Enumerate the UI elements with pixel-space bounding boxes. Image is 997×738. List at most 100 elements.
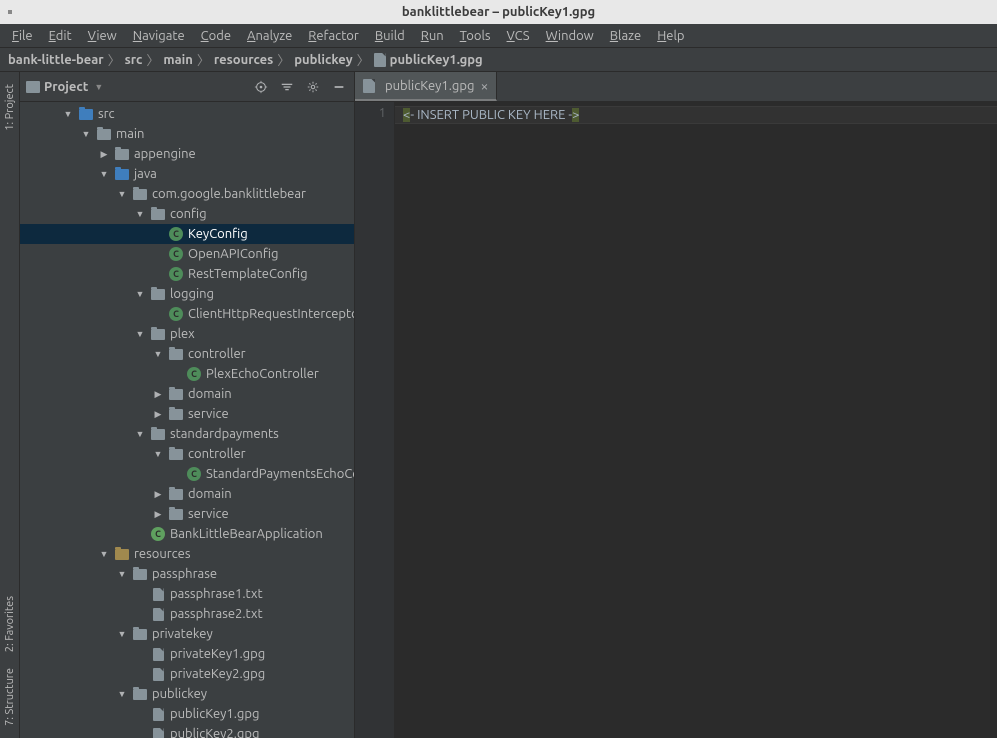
tree-item-label: StandardPaymentsEchoController xyxy=(206,467,354,481)
expand-arrow-icon[interactable]: ▼ xyxy=(152,448,164,460)
breadcrumb-item[interactable]: main xyxy=(163,53,192,67)
tree-item[interactable]: ▶service xyxy=(20,504,354,524)
resources-folder-icon xyxy=(114,546,130,562)
expand-arrow-icon[interactable]: ▼ xyxy=(98,168,110,180)
tree-item[interactable]: ▼ publickey xyxy=(20,684,354,704)
tree-item[interactable]: ▼src xyxy=(20,104,354,124)
breadcrumb-item[interactable]: bank-little-bear xyxy=(8,53,104,67)
tree-item[interactable]: ▼plex xyxy=(20,324,354,344)
breadcrumb-separator: 〉 xyxy=(277,50,290,69)
editor-body[interactable]: 1 <- INSERT PUBLIC KEY HERE -> xyxy=(355,102,997,738)
collapse-all-button[interactable] xyxy=(278,78,296,96)
tree-arrow-spacer xyxy=(152,228,164,240)
tree-arrow-spacer xyxy=(134,528,146,540)
tree-item[interactable]: privateKey1.gpg xyxy=(20,644,354,664)
expand-arrow-icon[interactable]: ▼ xyxy=(116,688,128,700)
expand-arrow-icon[interactable]: ▶ xyxy=(152,508,164,520)
tree-item[interactable]: CRestTemplateConfig xyxy=(20,264,354,284)
tree-item[interactable]: ▶domain xyxy=(20,384,354,404)
menu-window[interactable]: Window xyxy=(538,27,602,45)
menu-build[interactable]: Build xyxy=(367,27,413,45)
tree-item[interactable]: ▼resources xyxy=(20,544,354,564)
tree-item[interactable]: CKeyConfig xyxy=(20,224,354,244)
expand-arrow-icon[interactable]: ▼ xyxy=(152,348,164,360)
expand-arrow-icon[interactable]: ▼ xyxy=(134,328,146,340)
menu-code[interactable]: Code xyxy=(193,27,239,45)
project-tree[interactable]: ▼src▼main▶appengine▼java▼com.google.bank… xyxy=(20,102,354,738)
tree-item[interactable]: COpenAPIConfig xyxy=(20,244,354,264)
tree-item[interactable]: privateKey2.gpg xyxy=(20,664,354,684)
menu-analyze[interactable]: Analyze xyxy=(239,27,300,45)
project-panel-title-dropdown[interactable]: Project ▼ xyxy=(26,80,252,94)
expand-arrow-icon[interactable]: ▶ xyxy=(98,148,110,160)
expand-arrow-icon[interactable]: ▶ xyxy=(152,408,164,420)
tree-item[interactable]: ▼com.google.banklittlebear xyxy=(20,184,354,204)
expand-arrow-icon[interactable]: ▼ xyxy=(134,288,146,300)
folder-icon xyxy=(132,686,148,702)
menu-navigate[interactable]: Navigate xyxy=(125,27,193,45)
expand-arrow-icon[interactable]: ▼ xyxy=(80,128,92,140)
tree-item-label: publickey xyxy=(152,687,207,701)
folder-icon xyxy=(168,446,184,462)
tool-tab-favorites[interactable]: 2: Favorites xyxy=(2,588,18,660)
tree-item[interactable]: ▼main xyxy=(20,124,354,144)
folder-icon xyxy=(168,486,184,502)
menu-help[interactable]: Help xyxy=(649,27,692,45)
expand-arrow-icon[interactable]: ▼ xyxy=(98,548,110,560)
tree-item[interactable]: ▼privatekey xyxy=(20,624,354,644)
tree-item[interactable]: ▼passphrase xyxy=(20,564,354,584)
tree-item[interactable]: ▼logging xyxy=(20,284,354,304)
expand-arrow-icon[interactable]: ▼ xyxy=(116,568,128,580)
menu-blaze[interactable]: Blaze xyxy=(602,27,649,45)
tree-item[interactable]: ▶service xyxy=(20,404,354,424)
settings-button[interactable] xyxy=(304,78,322,96)
expand-arrow-icon[interactable]: ▶ xyxy=(152,488,164,500)
close-tab-button[interactable]: × xyxy=(480,78,488,94)
tree-item[interactable]: ▼standardpayments xyxy=(20,424,354,444)
expand-arrow-icon[interactable]: ▼ xyxy=(116,628,128,640)
tree-item[interactable]: ▼config xyxy=(20,204,354,224)
hide-panel-button[interactable] xyxy=(330,78,348,96)
menu-edit[interactable]: Edit xyxy=(41,27,80,45)
breadcrumb-separator: 〉 xyxy=(357,50,370,69)
tool-tab-structure[interactable]: 7: Structure xyxy=(2,660,18,734)
expand-arrow-icon[interactable]: ▶ xyxy=(152,388,164,400)
breadcrumb-item[interactable]: resources xyxy=(214,53,273,67)
tree-item[interactable]: ▼java xyxy=(20,164,354,184)
menu-file[interactable]: File xyxy=(4,27,41,45)
tool-tab-project[interactable]: 1: Project xyxy=(2,76,18,139)
tree-item-label: domain xyxy=(188,487,232,501)
expand-arrow-icon[interactable]: ▼ xyxy=(134,428,146,440)
tree-item[interactable]: ▼controller xyxy=(20,344,354,364)
editor-tab-publickey1[interactable]: publicKey1.gpg × xyxy=(355,72,497,101)
menu-run[interactable]: Run xyxy=(413,27,452,45)
tree-arrow-spacer xyxy=(134,608,146,620)
tree-item[interactable]: passphrase2.txt xyxy=(20,604,354,624)
tree-item[interactable]: ▶ domain xyxy=(20,484,354,504)
tree-item[interactable]: publicKey1.gpg xyxy=(20,704,354,724)
expand-arrow-icon[interactable]: ▼ xyxy=(116,188,128,200)
tree-item[interactable]: CClientHttpRequestInterceptor xyxy=(20,304,354,324)
locate-button[interactable] xyxy=(252,78,270,96)
tree-item[interactable]: ▶appengine xyxy=(20,144,354,164)
breadcrumb-item[interactable]: publickey xyxy=(294,53,352,67)
menu-vcs[interactable]: VCS xyxy=(499,27,538,45)
expand-arrow-icon[interactable]: ▼ xyxy=(62,108,74,120)
folder-icon xyxy=(168,386,184,402)
tree-arrow-spacer xyxy=(170,468,182,480)
tree-item-label: passphrase1.txt xyxy=(170,587,263,601)
code-area[interactable]: <- INSERT PUBLIC KEY HERE -> xyxy=(395,102,997,738)
breadcrumb-item[interactable]: publicKey1.gpg xyxy=(390,53,483,67)
menu-refactor[interactable]: Refactor xyxy=(300,27,367,45)
expand-arrow-icon[interactable]: ▼ xyxy=(134,208,146,220)
tree-item[interactable]: CBankLittleBearApplication xyxy=(20,524,354,544)
tree-item[interactable]: CStandardPaymentsEchoController xyxy=(20,464,354,484)
tree-item[interactable]: passphrase1.txt xyxy=(20,584,354,604)
breadcrumb-item[interactable]: src xyxy=(125,53,143,67)
tree-item[interactable]: publicKey2.gpg xyxy=(20,724,354,738)
breadcrumb-separator: 〉 xyxy=(146,50,159,69)
menu-tools[interactable]: Tools xyxy=(452,27,499,45)
menu-view[interactable]: View xyxy=(80,27,125,45)
tree-item[interactable]: ▼controller xyxy=(20,444,354,464)
tree-item[interactable]: CPlexEchoController xyxy=(20,364,354,384)
